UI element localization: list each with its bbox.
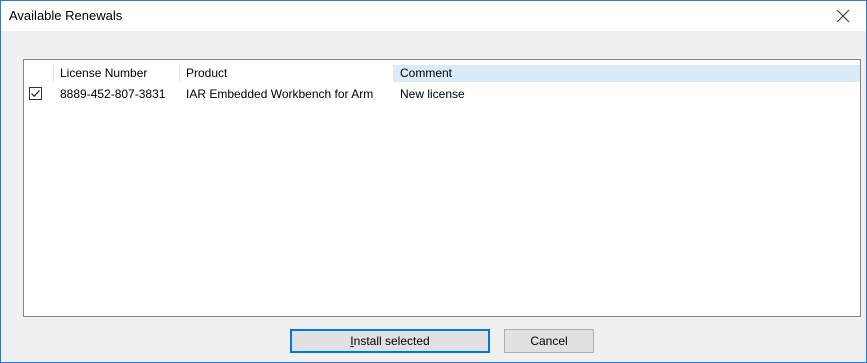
- header-license-number[interactable]: License Number: [54, 65, 180, 82]
- dialog-title: Available Renewals: [9, 8, 123, 23]
- install-label: nstall selected: [353, 334, 430, 348]
- header-check-column[interactable]: [24, 65, 54, 82]
- cell-license-number: 8889-452-807-3831: [60, 87, 166, 101]
- row-checkbox[interactable]: [29, 87, 42, 100]
- list-header: License Number Product Comment: [24, 65, 860, 82]
- install-selected-button[interactable]: Install selected: [290, 329, 490, 353]
- cancel-button[interactable]: Cancel: [504, 329, 594, 353]
- checkmark-icon: [31, 90, 40, 98]
- title-bar: Available Renewals: [1, 1, 866, 31]
- close-button[interactable]: [820, 1, 866, 31]
- renewals-list[interactable]: License Number Product Comment 8889-452-…: [23, 59, 861, 317]
- header-product[interactable]: Product: [180, 65, 394, 82]
- cell-comment: New license: [400, 87, 465, 101]
- table-row[interactable]: 8889-452-807-3831 IAR Embedded Workbench…: [24, 85, 860, 103]
- header-comment[interactable]: Comment: [394, 65, 860, 82]
- dialog-window: Available Renewals License Number Produc…: [0, 0, 867, 363]
- close-icon: [836, 9, 850, 23]
- cell-product: IAR Embedded Workbench for Arm: [186, 87, 374, 101]
